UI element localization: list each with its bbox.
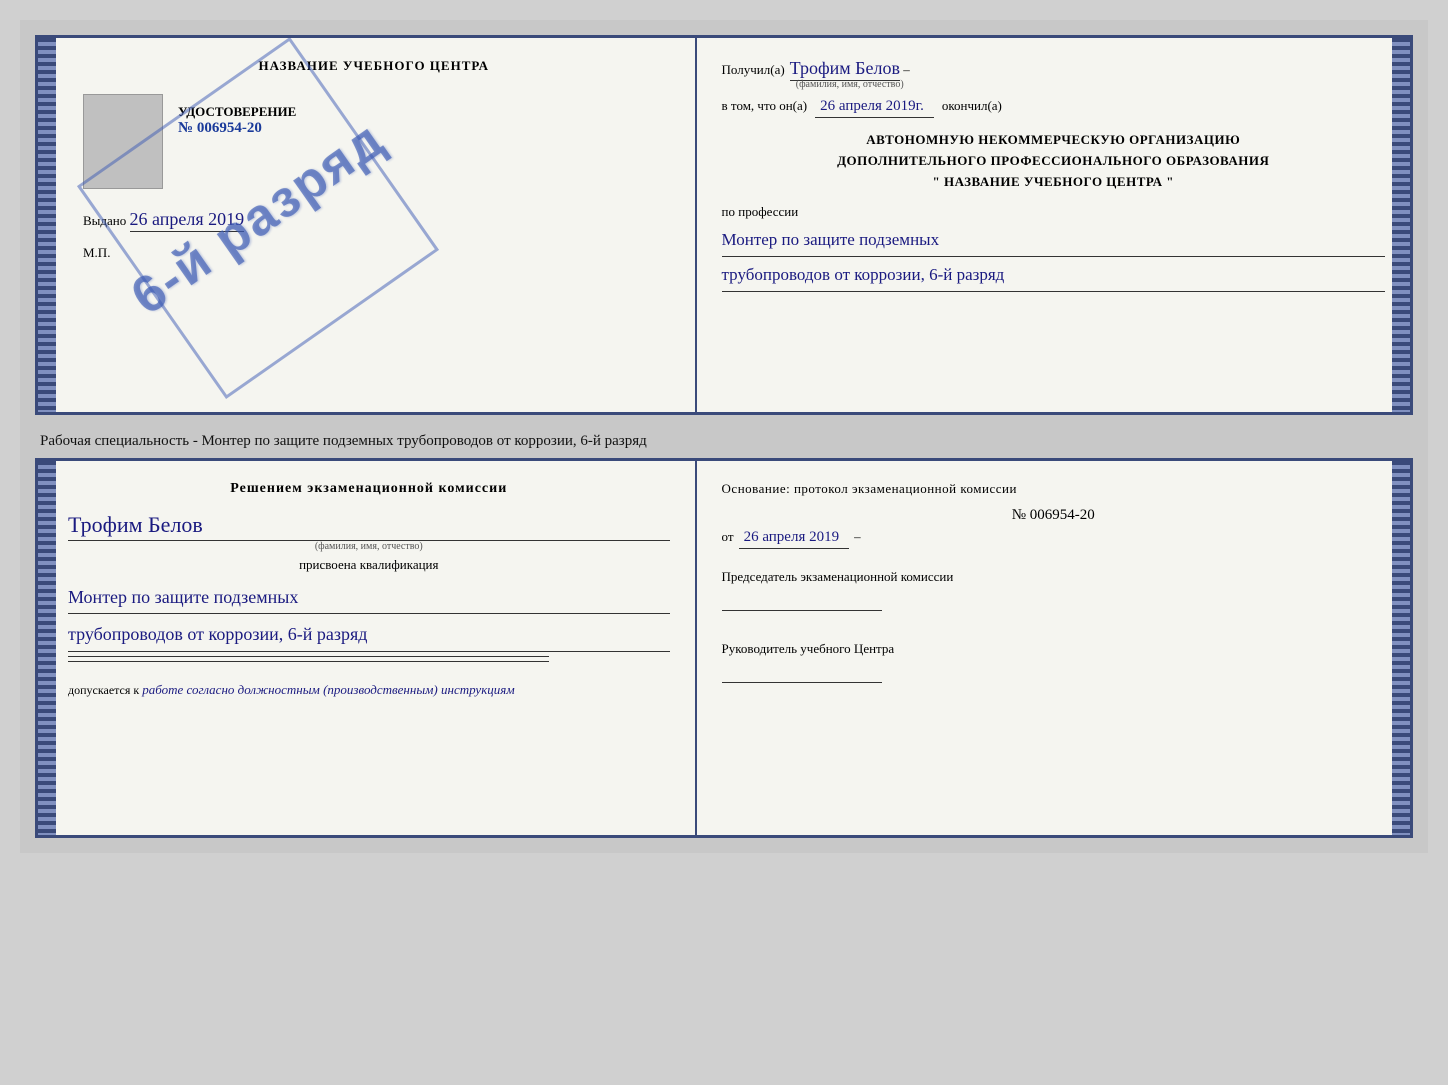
prisvoena-label: присвоена квалификация [68,557,670,573]
vtom-line: в том, что он(а) 26 апреля 2019г. окончи… [722,98,1385,118]
predsedatel-label: Председатель экзаменационной комиссии [722,569,1385,585]
protocol-number: № 006954-20 [722,507,1385,524]
stamp-area: УДОСТОВЕРЕНИЕ № 006954-20 [83,94,665,189]
predsedatel-block: Председатель экзаменационной комиссии [722,569,1385,611]
cert-bottom: Решением экзаменационной комиссии Трофим… [35,458,1413,838]
cert-top: НАЗВАНИЕ УЧЕБНОГО ЦЕНТРА УДОСТОВЕРЕНИЕ №… [35,35,1413,415]
udostoverenie-label: УДОСТОВЕРЕНИЕ [178,104,665,120]
recipient-name: Трофим Белов [790,58,900,81]
org-line3: " НАЗВАНИЕ УЧЕБНОГО ЦЕНТРА " [722,172,1385,193]
org-line2: ДОПОЛНИТЕЛЬНОГО ПРОФЕССИОНАЛЬНОГО ОБРАЗО… [722,151,1385,172]
dopuskaetsya-handwritten: работе согласно должностным (производств… [142,682,514,697]
rukovoditel-sign-line [722,682,882,683]
ot-line: от 26 апреля 2019 – [722,529,1385,549]
org-block: АВТОНОМНУЮ НЕКОММЕРЧЕСКУЮ ОРГАНИЗАЦИЮ ДО… [722,130,1385,192]
cert-number: № 006954-20 [178,120,665,137]
osnovanie-label: Основание: протокол экзаменационной коми… [722,481,1385,497]
org-name-top: НАЗВАНИЕ УЧЕБНОГО ЦЕНТРА [83,58,665,74]
vydano-label: Выдано [83,213,126,228]
bottom-right-border [1392,461,1410,835]
rukovoditel-label: Руководитель учебного Центра [722,641,1385,657]
qual-line1: Монтер по защите подземных [68,581,670,614]
predsedatel-sign-line [722,610,882,611]
resheniem-label: Решением экзаменационной комиссии [68,481,670,497]
vtom-label: в том, что он(а) [722,98,808,114]
ot-dash: – [854,529,861,545]
name-block: Трофим Белов (фамилия, имя, отчество) [68,512,670,552]
po-professii-label: по профессии [722,204,1385,220]
udostoverenie-block: УДОСТОВЕРЕНИЕ № 006954-20 [178,104,665,137]
profession-line1: Монтер по защите подземных [722,225,1385,257]
bottom-name-handwritten: Трофим Белов [68,512,670,541]
completion-date: 26 апреля 2019г. [815,98,934,118]
cert-top-right-panel: Получил(а) Трофим Белов – (фамилия, имя,… [697,38,1410,412]
poluchil-line: Получил(а) Трофим Белов – (фамилия, имя,… [722,58,1385,90]
page-wrapper: НАЗВАНИЕ УЧЕБНОГО ЦЕНТРА УДОСТОВЕРЕНИЕ №… [20,20,1428,853]
org-line1: АВТОНОМНУЮ НЕКОММЕРЧЕСКУЮ ОРГАНИЗАЦИЮ [722,130,1385,151]
protocol-date: 26 апреля 2019 [739,529,850,549]
cert-bottom-right-panel: Основание: протокол экзаменационной коми… [697,461,1410,835]
ot-label: от [722,529,734,545]
vydano-date: 26 апреля 2019 [130,209,245,232]
rukovoditel-block: Руководитель учебного Центра [722,641,1385,683]
dopuskaetsya-line: допускается к работе согласно должностны… [68,682,670,698]
vydano-line: Выдано 26 апреля 2019 [83,209,665,230]
bottom-name-sublabel: (фамилия, имя, отчество) [68,541,670,552]
cert-bottom-left-panel: Решением экзаменационной комиссии Трофим… [38,461,697,835]
dopuskaetsya-label: допускается к [68,683,139,697]
name-sublabel: (фамилия, имя, отчество) [790,79,910,90]
mp-line: М.П. [83,245,665,261]
poluchil-label: Получил(а) [722,62,785,78]
photo-placeholder [83,94,163,189]
right-border-decoration [1392,38,1410,412]
cert-top-left-panel: НАЗВАНИЕ УЧЕБНОГО ЦЕНТРА УДОСТОВЕРЕНИЕ №… [38,38,697,412]
qual-line2: трубопроводов от коррозии, 6-й разряд [68,618,670,651]
profession-line2: трубопроводов от коррозии, 6-й разряд [722,260,1385,292]
caption-text: Рабочая специальность - Монтер по защите… [35,425,1413,458]
okonchil-label: окончил(а) [942,98,1002,114]
